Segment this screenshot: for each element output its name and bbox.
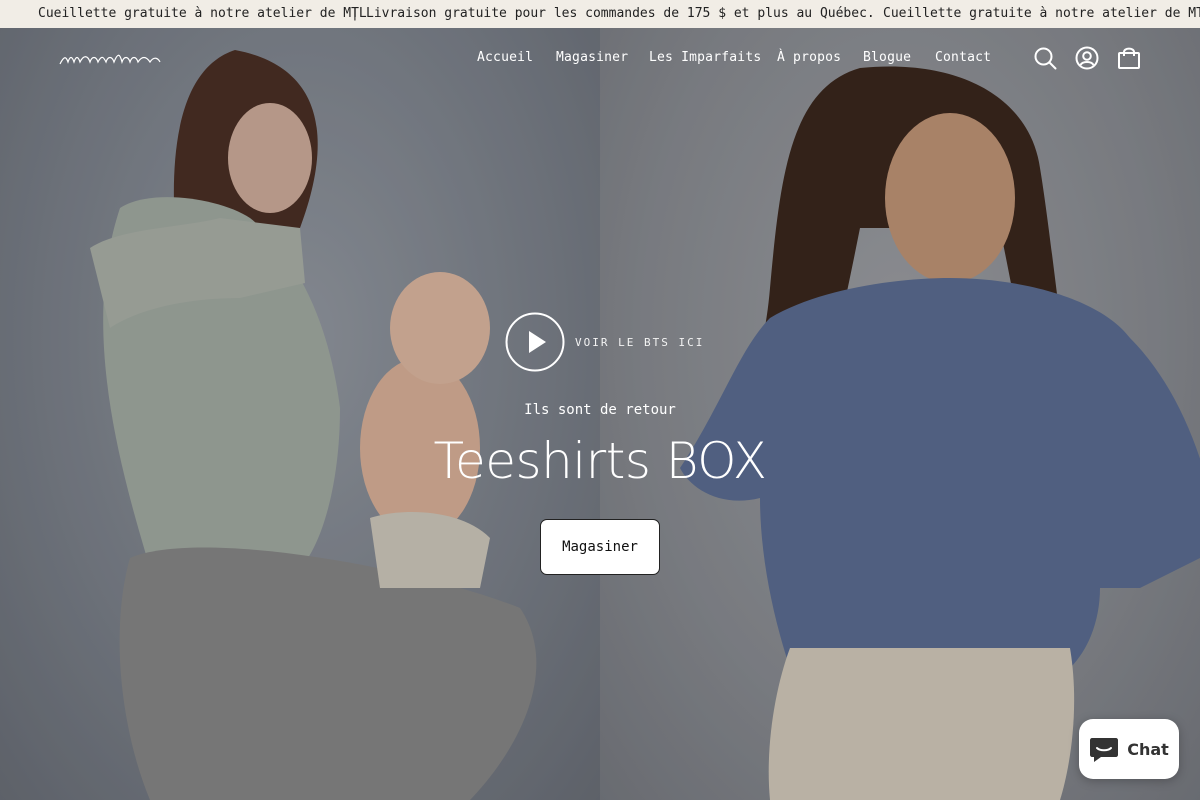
nav-a-propos[interactable]: À propos <box>777 50 841 65</box>
announcement-message-pickup: Cueillette gratuite à notre atelier de M… <box>38 6 367 21</box>
chat-widget-button[interactable]: Chat <box>1079 719 1179 779</box>
hero-title: Teeshirts BOX <box>433 432 767 490</box>
chat-bubble-icon <box>1090 738 1119 762</box>
nav-accueil[interactable]: Accueil <box>477 50 533 65</box>
hero-subtitle: Ils sont de retour <box>524 402 676 418</box>
search-icon[interactable] <box>1033 46 1057 70</box>
nav-les-imparfaits[interactable]: Les Imparfaits <box>649 50 761 65</box>
nav-magasiner[interactable]: Magasiner <box>556 50 628 65</box>
announcement-bar: Cueillette gratuite à notre atelier de M… <box>0 0 1200 28</box>
chat-label: Chat <box>1127 739 1169 759</box>
shop-now-button[interactable]: Magasiner <box>540 519 660 575</box>
play-video-button[interactable] <box>505 312 565 372</box>
announcement-separator: | <box>351 6 359 21</box>
nav-blogue[interactable]: Blogue <box>863 50 911 65</box>
site-header: Accueil Magasiner Les Imparfaits À propo… <box>0 28 1200 88</box>
brand-logo[interactable] <box>58 50 162 68</box>
account-icon[interactable] <box>1075 46 1099 70</box>
nav-contact[interactable]: Contact <box>935 50 991 65</box>
video-bts-label[interactable]: VOIR LE BTS ICI <box>575 336 704 349</box>
announcement-message-shipping: Livraison gratuite pour les commandes de… <box>366 6 875 21</box>
announcement-message-pickup-repeat: Cueillette gratuite à notre atelier de M… <box>883 6 1200 21</box>
cart-icon[interactable] <box>1117 46 1141 70</box>
